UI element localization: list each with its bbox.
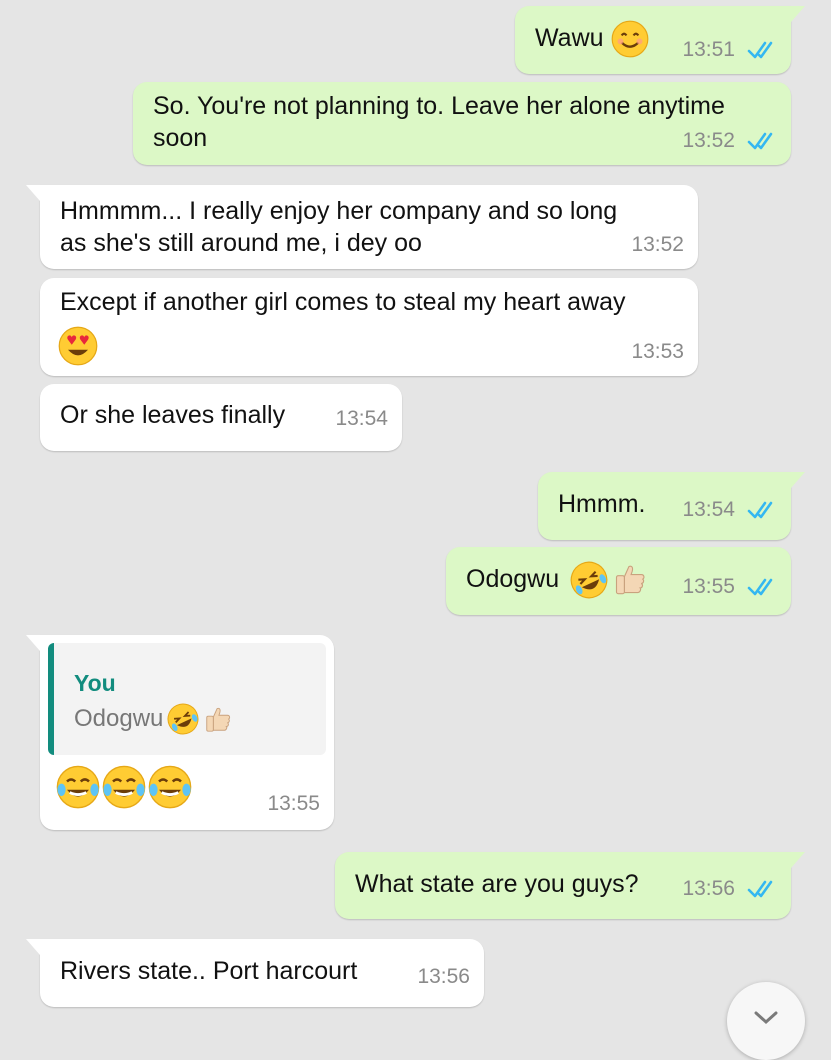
quote-text-row: Odogwu: [74, 703, 233, 735]
smiling-face-emoji-icon: [611, 20, 649, 66]
message-text: Except if another girl comes to steal my…: [60, 288, 626, 316]
message-text: Hmmm.: [558, 490, 646, 518]
tears-of-joy-emoji-icon: [148, 765, 192, 809]
message-time: 13:54: [682, 498, 735, 521]
chevron-down-icon: [754, 1011, 778, 1025]
message-text: Odogwu: [466, 565, 560, 593]
message-text: What state are you guys?: [355, 870, 639, 898]
message-time: 13:56: [682, 877, 735, 900]
message-meta: 13:52: [631, 229, 684, 261]
message-text: Wawu: [535, 24, 604, 52]
message-bubble-outgoing[interactable]: Odogwu 13:55: [446, 547, 791, 615]
scroll-to-bottom-button[interactable]: [727, 982, 805, 1060]
message-bubble-incoming[interactable]: Hmmmm... I really enjoy her company and …: [26, 185, 698, 269]
message-meta: 13:51: [682, 34, 777, 66]
double-check-icon: [747, 501, 773, 519]
message-text-line1: So. You're not planning to. Leave her al…: [153, 92, 725, 120]
message-bubble-incoming[interactable]: Except if another girl comes to steal my…: [40, 278, 698, 376]
message-bubble-incoming-reply[interactable]: You Odogwu 13:55: [26, 635, 334, 830]
message-bubble-outgoing[interactable]: Hmmm. 13:54: [538, 472, 805, 540]
quote-accent-bar: [48, 643, 54, 755]
message-meta: 13:53: [631, 336, 684, 368]
message-time: 13:56: [417, 965, 470, 988]
double-check-icon: [747, 132, 773, 150]
heart-eyes-emoji-icon: [58, 326, 98, 374]
message-bubble-incoming[interactable]: Or she leaves finally 13:54: [40, 384, 402, 451]
double-check-icon: [747, 41, 773, 59]
message-meta: 13:54: [682, 494, 777, 526]
rolling-laughing-emoji-icon: [564, 555, 614, 607]
message-bubble-outgoing[interactable]: So. You're not planning to. Leave her al…: [133, 82, 791, 165]
message-bubble-incoming[interactable]: Rivers state.. Port harcourt 13:56: [26, 939, 484, 1007]
message-time: 13:53: [631, 340, 684, 363]
thumbs-up-emoji-icon: [612, 561, 648, 605]
double-check-icon: [747, 578, 773, 596]
thumbs-up-emoji-icon: [206, 707, 231, 732]
tears-of-joy-emoji-icon: [102, 765, 146, 809]
message-meta: 13:52: [682, 125, 777, 157]
rolling-laughing-emoji-icon: [167, 703, 200, 735]
tears-of-joy-emoji-icon: [56, 765, 100, 809]
message-text: Or she leaves finally: [60, 401, 286, 429]
message-meta: 13:56: [417, 961, 470, 993]
message-time: 13:52: [631, 233, 684, 256]
message-time: 13:54: [335, 407, 388, 430]
message-time: 13:55: [682, 575, 735, 598]
message-time: 13:51: [682, 38, 735, 61]
quote-author: You: [74, 670, 116, 696]
message-meta: 13:54: [335, 403, 388, 435]
message-text-line2: soon: [153, 124, 208, 152]
quoted-message[interactable]: You Odogwu: [48, 643, 326, 755]
message-time: 13:52: [682, 129, 735, 152]
double-check-icon: [747, 880, 773, 898]
message-text: Rivers state.. Port harcourt: [60, 957, 358, 985]
message-meta: 13:56: [682, 873, 777, 905]
emoji-row: [56, 765, 192, 809]
message-bubble-outgoing[interactable]: Wawu 13:51: [515, 6, 805, 74]
message-text-line1: Hmmmm... I really enjoy her company and …: [60, 197, 618, 225]
message-text-line2: as she's still around me, i dey oo: [60, 229, 422, 257]
message-meta: 13:55: [267, 788, 320, 820]
quote-text: Odogwu: [74, 705, 164, 732]
message-time: 13:55: [267, 792, 320, 815]
message-bubble-outgoing[interactable]: What state are you guys? 13:56: [335, 852, 805, 919]
message-meta: 13:55: [682, 571, 777, 603]
